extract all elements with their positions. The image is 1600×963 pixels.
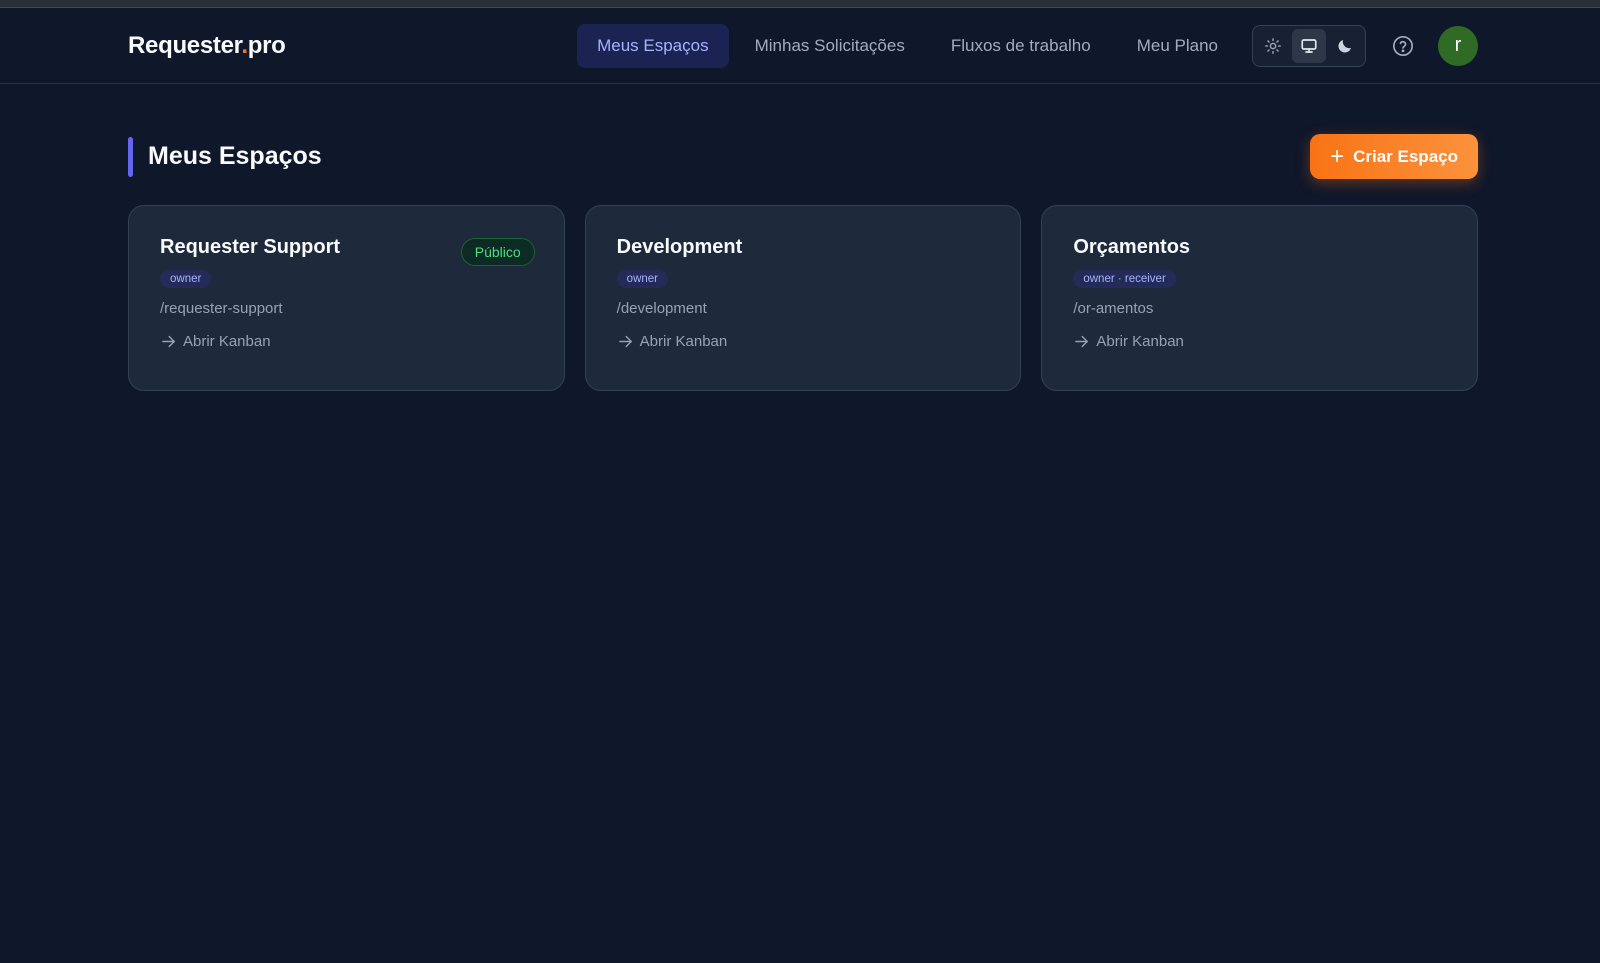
space-slug: /requester-support [160, 300, 283, 317]
main-nav: Meus Espaços Minhas Solicitações Fluxos … [571, 23, 1478, 68]
nav-item-meu-plano[interactable]: Meu Plano [1117, 24, 1238, 68]
help-circle-icon [1393, 35, 1413, 56]
arrow-right-icon [1073, 333, 1090, 350]
app-logo[interactable]: Requester.pro [128, 32, 286, 60]
space-card-requester-support[interactable]: Requester Support Público owner /request… [128, 205, 565, 391]
open-kanban-link[interactable]: Abrir Kanban [1073, 333, 1447, 350]
page-title-wrap: Meus Espaços [128, 136, 322, 177]
space-card-orcamentos[interactable]: Orçamentos owner · receiver /or-amentos … [1041, 205, 1479, 391]
logo-name: Requester [128, 31, 242, 59]
role-badge: owner · receiver [1073, 270, 1176, 288]
space-name: Orçamentos [1073, 236, 1191, 258]
app-header: Requester.pro Meus Espaços Minhas Solici… [0, 8, 1600, 84]
create-space-label: Criar Espaço [1353, 146, 1458, 166]
public-badge: Público [460, 238, 535, 266]
page-title: Meus Espaços [148, 142, 322, 170]
role-badge: owner [616, 270, 668, 288]
user-avatar[interactable]: r [1438, 25, 1478, 66]
arrow-right-icon [617, 333, 634, 350]
theme-switcher [1252, 24, 1366, 67]
open-kanban-link[interactable]: Abrir Kanban [160, 333, 534, 350]
title-row: Meus Espaços + Criar Espaço [128, 134, 1478, 179]
space-slug: /development [616, 300, 707, 317]
monitor-icon [1301, 38, 1317, 53]
role-badge: owner [160, 270, 212, 288]
space-card-development[interactable]: Development owner /development Abrir Kan… [584, 205, 1022, 391]
sun-icon [1265, 37, 1281, 54]
open-kanban-label: Abrir Kanban [639, 333, 728, 350]
arrow-right-icon [160, 333, 177, 350]
nav-item-fluxos-de-trabalho[interactable]: Fluxos de trabalho [931, 24, 1111, 68]
moon-icon [1338, 39, 1351, 53]
nav-item-minhas-solicitacoes[interactable]: Minhas Solicitações [735, 24, 925, 68]
create-space-button[interactable]: + Criar Espaço [1310, 134, 1478, 179]
theme-light-button[interactable] [1256, 29, 1290, 63]
space-name: Development [616, 236, 743, 258]
spaces-grid: Requester Support Público owner /request… [128, 205, 1479, 391]
space-slug: /or-amentos [1073, 300, 1154, 317]
theme-dark-button[interactable] [1328, 29, 1362, 63]
main-content: Meus Espaços + Criar Espaço Requester Su… [0, 84, 1600, 391]
nav-item-meus-espacos[interactable]: Meus Espaços [577, 23, 729, 68]
help-button[interactable] [1390, 33, 1416, 59]
theme-system-button[interactable] [1292, 28, 1326, 63]
title-accent-bar [128, 136, 133, 177]
open-kanban-link[interactable]: Abrir Kanban [617, 333, 991, 350]
browser-top-strip [0, 0, 1600, 8]
open-kanban-label: Abrir Kanban [183, 333, 271, 350]
logo-tld: pro [247, 31, 286, 59]
plus-icon: + [1330, 142, 1345, 170]
open-kanban-label: Abrir Kanban [1096, 333, 1184, 350]
